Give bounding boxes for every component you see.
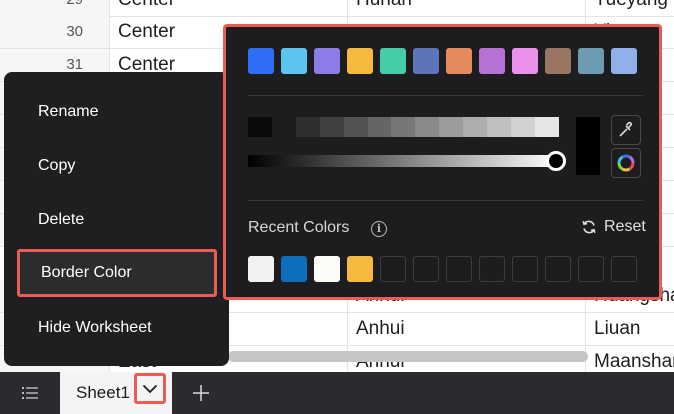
grayscale-swatch[interactable] <box>271 117 296 137</box>
grayscale-swatch[interactable] <box>510 117 535 137</box>
color-preview <box>576 117 600 175</box>
grayscale-swatch[interactable] <box>343 117 368 137</box>
divider <box>248 95 643 96</box>
refresh-icon <box>582 220 596 234</box>
palette-swatch[interactable] <box>314 48 340 74</box>
palette-swatch[interactable] <box>380 48 406 74</box>
recent-color-empty-slot <box>479 256 505 282</box>
palette-swatch[interactable] <box>413 48 439 74</box>
sheet-context-menu: Rename Copy Delete Border Color Hide Wor… <box>4 72 229 366</box>
eyedropper-button[interactable] <box>611 115 641 145</box>
grayscale-swatch[interactable] <box>487 117 511 137</box>
list-icon <box>22 387 38 399</box>
grayscale-swatch[interactable] <box>391 117 416 137</box>
palette-swatch[interactable] <box>281 48 307 74</box>
table-cell[interactable]: Center <box>110 0 348 16</box>
recent-color-empty-slot <box>380 256 406 282</box>
table-cell[interactable]: Hunan <box>348 0 586 16</box>
grayscale-swatch[interactable] <box>367 117 392 137</box>
palette-swatch[interactable] <box>347 48 373 74</box>
palette-swatch[interactable] <box>512 48 538 74</box>
table-row: 29CenterHunanYueyang <box>0 0 674 17</box>
menu-item-border-color[interactable]: Border Color <box>17 249 217 297</box>
add-sheet-button[interactable] <box>186 372 216 414</box>
info-icon[interactable]: i <box>371 221 387 237</box>
row-number[interactable]: 29 <box>0 0 110 16</box>
palette-swatch[interactable] <box>479 48 505 74</box>
recent-color-empty-slot <box>446 256 472 282</box>
sheet-list-button[interactable] <box>0 372 60 414</box>
grayscale-swatch[interactable] <box>439 117 464 137</box>
chevron-down-icon <box>142 384 158 393</box>
palette-swatch[interactable] <box>446 48 472 74</box>
recent-color-empty-slot <box>545 256 571 282</box>
recent-color-swatch[interactable] <box>314 256 340 282</box>
recent-color-empty-slot <box>578 256 604 282</box>
sheet-tab-bar: Sheet1 <box>0 372 674 414</box>
menu-item-hide-worksheet[interactable]: Hide Worksheet <box>4 308 229 348</box>
color-wheel-button[interactable] <box>611 148 641 178</box>
palette-swatch[interactable] <box>248 48 274 74</box>
color-wheel-icon <box>617 154 635 172</box>
recent-color-swatch[interactable] <box>248 256 274 282</box>
color-picker-panel: Recent Colors i Reset <box>223 24 662 300</box>
grayscale-swatch[interactable] <box>534 117 559 137</box>
grayscale-swatch[interactable] <box>319 117 344 137</box>
grayscale-swatch[interactable] <box>463 117 488 137</box>
lightness-slider-track[interactable] <box>248 155 559 167</box>
lightness-slider-handle[interactable] <box>546 151 566 171</box>
recent-color-swatch[interactable] <box>347 256 373 282</box>
recent-color-empty-slot <box>512 256 538 282</box>
plus-icon <box>193 385 209 401</box>
grayscale-swatch[interactable] <box>415 117 440 137</box>
recent-colors-label: Recent Colors <box>248 219 350 236</box>
grayscale-swatch[interactable] <box>295 117 320 137</box>
reset-label: Reset <box>604 218 646 235</box>
palette-swatch[interactable] <box>611 48 637 74</box>
horizontal-scrollbar[interactable] <box>228 351 588 362</box>
divider <box>248 200 643 201</box>
menu-item-delete[interactable]: Delete <box>4 200 229 240</box>
sheet-tab-label: Sheet1 <box>76 383 130 402</box>
table-cell[interactable]: Yueyang <box>586 0 674 16</box>
eyedropper-icon <box>619 121 633 137</box>
palette-swatch[interactable] <box>545 48 571 74</box>
recent-color-empty-slot <box>611 256 637 282</box>
grayscale-swatch[interactable] <box>248 117 272 137</box>
reset-button[interactable]: Reset <box>581 218 646 236</box>
sheet-tab-dropdown-button[interactable] <box>134 373 166 404</box>
row-number[interactable]: 30 <box>0 16 110 48</box>
table-cell[interactable]: Liuan <box>586 313 674 345</box>
table-cell[interactable]: Anhui <box>348 313 586 345</box>
recent-color-empty-slot <box>413 256 439 282</box>
menu-item-copy[interactable]: Copy <box>4 146 229 186</box>
menu-item-rename[interactable]: Rename <box>4 92 229 132</box>
palette-swatch[interactable] <box>578 48 604 74</box>
recent-color-swatch[interactable] <box>281 256 307 282</box>
